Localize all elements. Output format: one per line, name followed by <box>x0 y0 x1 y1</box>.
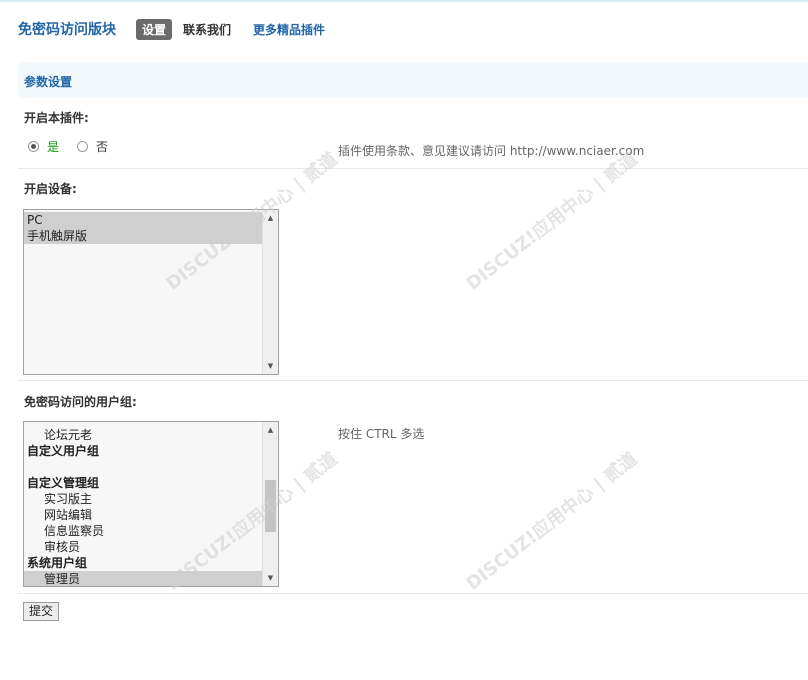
scroll-up-icon[interactable]: ▲ <box>263 422 278 438</box>
section-bar <box>18 62 808 98</box>
watermark-logo: DISCUZ!应用中心 | 贰道 <box>462 448 642 595</box>
separator <box>18 380 808 381</box>
plugin-terms-hint: 插件使用条款、意见建议请访问 http://www.nciaer.com <box>338 144 645 158</box>
group-option-admin[interactable]: 管理员 <box>24 571 262 586</box>
group-option[interactable]: 网站编辑 <box>24 507 262 523</box>
group-header: 自定义管理组 <box>27 476 100 490</box>
devices-scrollbar[interactable]: ▲ ▼ <box>262 210 278 374</box>
radio-yes-label[interactable]: 是 <box>47 138 59 155</box>
multi-select-hint: 按住 CTRL 多选 <box>338 427 425 441</box>
tab-settings[interactable]: 设置 <box>136 18 173 40</box>
user-groups-select[interactable]: 论坛元老 自定义用户组 自定义管理组 实习版主 网站编辑 信息监察员 审核员 系… <box>23 421 279 587</box>
enable-plugin-label: 开启本插件: <box>24 111 89 125</box>
section-title: 参数设置 <box>24 75 73 89</box>
scroll-down-icon[interactable]: ▼ <box>263 358 278 374</box>
user-groups-label: 免密码访问的用户组: <box>24 395 137 409</box>
tab-contact-us[interactable]: 联系我们 <box>183 21 231 38</box>
group-option[interactable]: 实习版主 <box>24 491 262 507</box>
group-header: 系统用户组 <box>27 556 88 570</box>
top-border <box>0 0 808 2</box>
radio-yes[interactable] <box>28 141 39 152</box>
separator <box>18 593 808 594</box>
radio-no-label[interactable]: 否 <box>96 138 108 155</box>
plugin-title: 免密码访问版块 <box>18 22 116 38</box>
user-groups-options: 论坛元老 自定义用户组 自定义管理组 实习版主 网站编辑 信息监察员 审核员 系… <box>24 427 262 586</box>
separator <box>18 168 808 169</box>
group-blank <box>24 459 262 475</box>
tab-more-plugins[interactable]: 更多精品插件 <box>253 21 325 38</box>
enable-plugin-radio-group: 是 否 <box>28 138 108 155</box>
group-option[interactable]: 论坛元老 <box>24 427 262 443</box>
radio-no[interactable] <box>77 141 89 152</box>
group-header: 自定义用户组 <box>27 444 100 458</box>
devices-label: 开启设备: <box>24 182 77 196</box>
scroll-down-icon[interactable]: ▼ <box>263 570 278 586</box>
header: 免密码访问版块 设置 联系我们 更多精品插件 <box>18 18 325 40</box>
submit-button[interactable]: 提交 <box>23 602 60 621</box>
